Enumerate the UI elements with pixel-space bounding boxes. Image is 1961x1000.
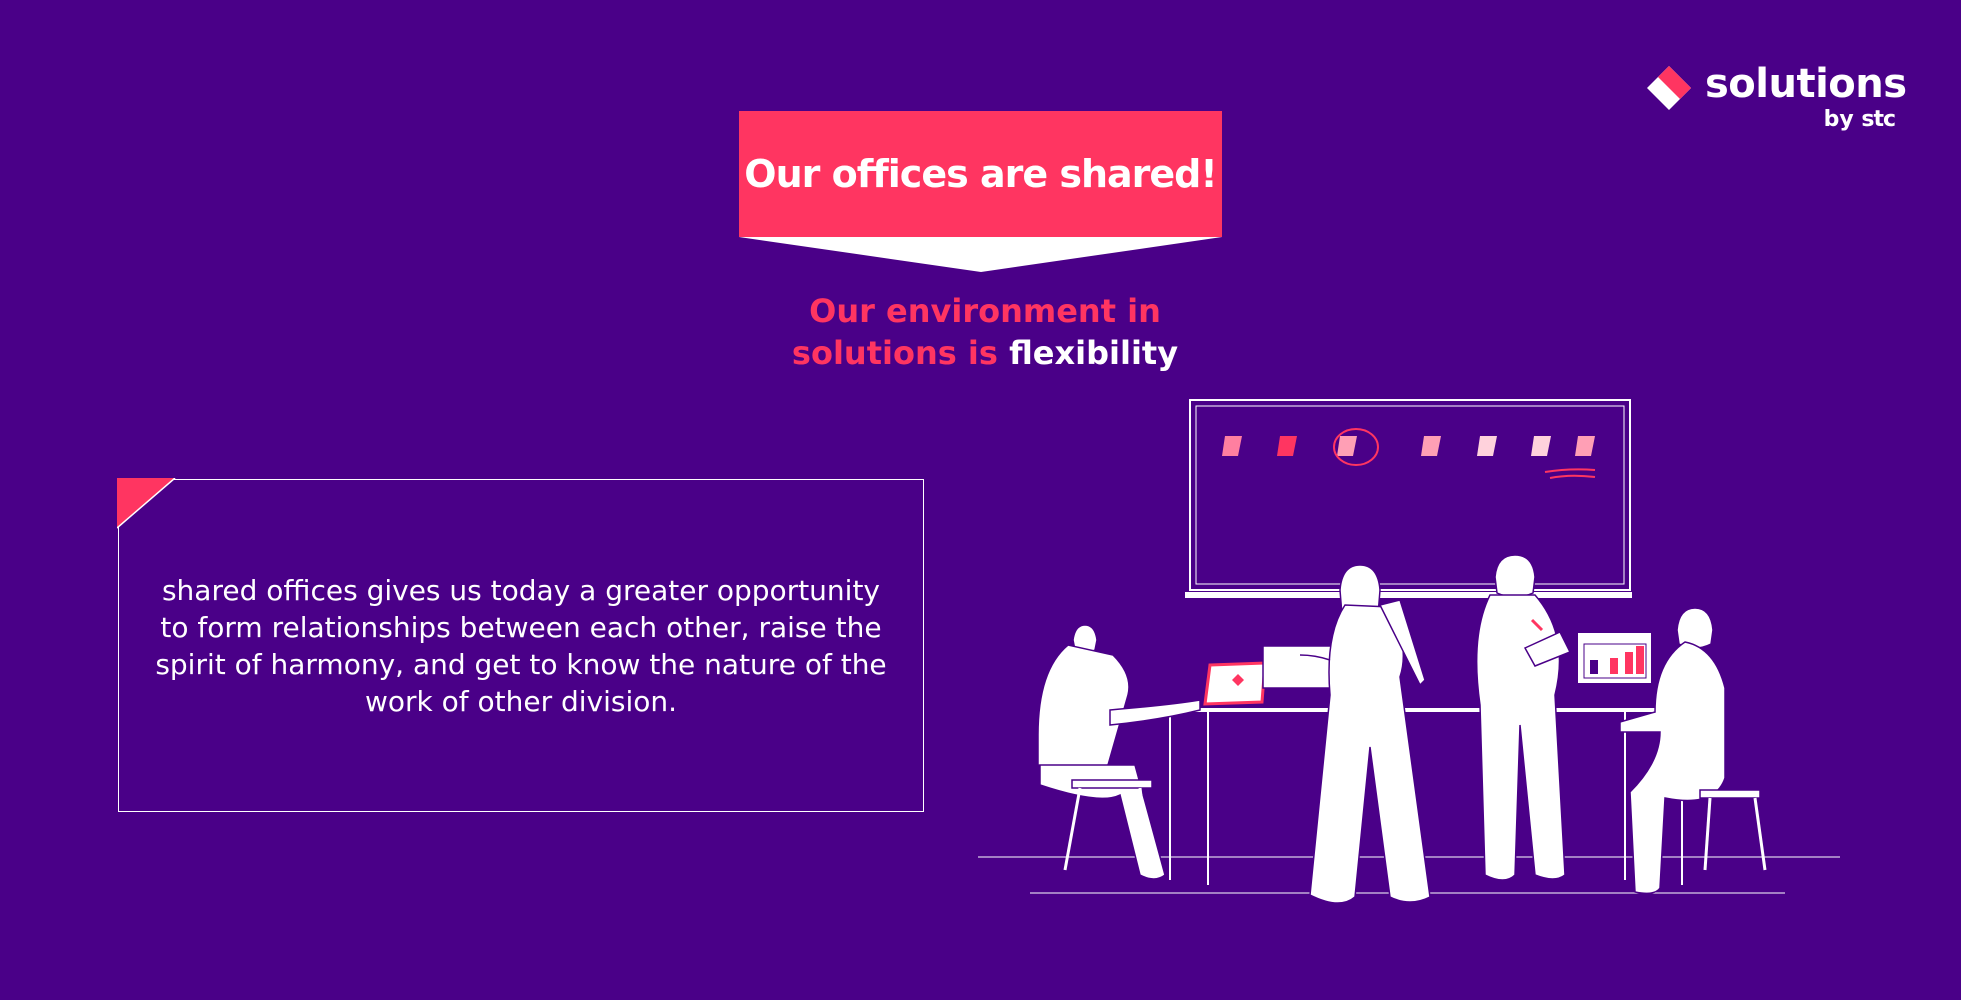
- brand-by-text: by: [1823, 107, 1854, 132]
- card-corner-icon: [117, 478, 176, 529]
- tagline-line-2: solutions is flexibility: [700, 332, 1270, 374]
- tagline-prefix: solutions is: [791, 334, 998, 372]
- headline-title: Our offices are shared!: [744, 152, 1217, 196]
- brand-company: stc: [1861, 107, 1896, 132]
- shared-office-people-icon: [978, 399, 1840, 904]
- brand-logo: solutions by stc: [1645, 60, 1907, 140]
- tagline-line-1: Our environment in: [809, 292, 1161, 330]
- tagline-highlight: flexibility: [1009, 334, 1179, 372]
- tagline: Our environment in solutions is flexibil…: [700, 290, 1270, 374]
- brand-name: solutions: [1705, 61, 1907, 107]
- brand-byline: by stc: [1823, 102, 1896, 138]
- banner-tail-shape: [739, 237, 1222, 272]
- info-card: shared offices gives us today a greater …: [117, 478, 924, 812]
- headline-banner: Our offices are shared!: [739, 111, 1222, 237]
- diamond-logo-icon: [1647, 66, 1691, 110]
- card-body: shared offices gives us today a greater …: [155, 574, 887, 718]
